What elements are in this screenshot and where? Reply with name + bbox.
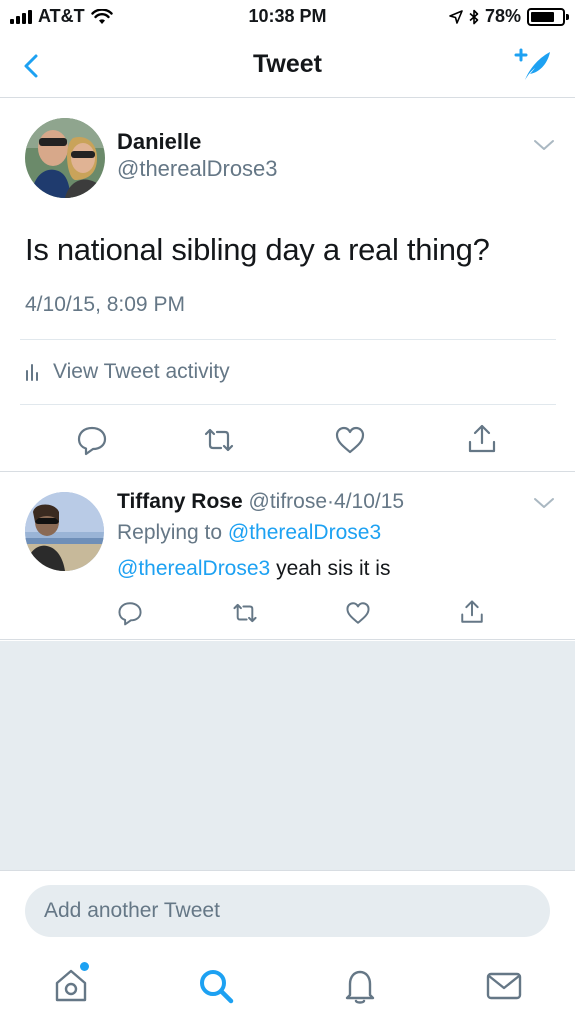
like-heart-icon[interactable] [345,600,371,626]
avatar[interactable] [25,492,104,571]
analytics-icon [26,364,38,381]
status-bar: AT&T 10:38 PM 78% [0,0,575,34]
home-notification-dot [80,962,89,971]
tab-bar [0,950,575,1024]
chevron-down-icon[interactable] [533,496,555,510]
retweet-icon[interactable] [232,600,258,626]
reply-tweet[interactable]: Tiffany Rose @tifrose·4/10/15 Replying t… [0,472,575,640]
home-icon[interactable] [51,966,91,1006]
bluetooth-icon [469,9,479,24]
reply-author-name[interactable]: Tiffany Rose [117,490,243,513]
reply-body: yeah sis it is [270,557,391,580]
divider [20,339,556,340]
view-tweet-activity[interactable]: View Tweet activity [25,360,230,384]
author-name[interactable]: Danielle [117,129,201,155]
retweet-icon[interactable] [203,424,235,456]
like-heart-icon[interactable] [334,424,366,456]
reply-text: @therealDrose3 yeah sis it is [117,557,390,581]
chevron-down-icon[interactable] [533,138,555,152]
avatar-photo [25,492,104,571]
reply-author-handle[interactable]: @tifrose [249,490,328,513]
battery-percent: 78% [484,6,521,26]
replying-prefix: Replying to [117,521,223,544]
battery-icon [527,7,569,26]
page-title: Tweet [253,50,322,78]
reply-icon[interactable] [117,600,143,626]
replying-to: Replying to @therealDrose3 [117,521,381,545]
main-tweet: Danielle @therealDrose3 Is national sibl… [0,98,575,472]
reply-header: Tiffany Rose @tifrose·4/10/15 [117,490,404,514]
separator-dot: · [327,490,335,513]
composer-bar [0,870,575,950]
empty-timeline-area [0,641,575,870]
reply-icon[interactable] [76,424,108,456]
reply-date: 4/10/15 [334,490,405,513]
activity-label: View Tweet activity [53,360,230,383]
add-another-tweet-input[interactable] [25,885,550,937]
search-icon[interactable] [196,966,236,1006]
share-icon[interactable] [466,423,498,455]
mention-link[interactable]: @therealDrose3 [117,557,270,580]
avatar[interactable] [25,118,105,198]
share-icon[interactable] [459,599,485,625]
tweet-timestamp: 4/10/15, 8:09 PM [25,293,185,316]
divider [20,404,556,405]
nav-bar: Tweet [0,34,575,98]
location-icon [449,9,463,24]
notifications-bell-icon[interactable] [340,966,380,1006]
avatar-photo [25,118,105,198]
messages-envelope-icon[interactable] [484,966,524,1006]
author-handle[interactable]: @therealDrose3 [117,156,278,182]
status-right: 78% [449,6,569,27]
tweet-text: Is national sibling day a real thing? [25,232,490,267]
replying-to-link[interactable]: @therealDrose3 [228,521,381,544]
compose-tweet-icon[interactable] [513,46,553,86]
